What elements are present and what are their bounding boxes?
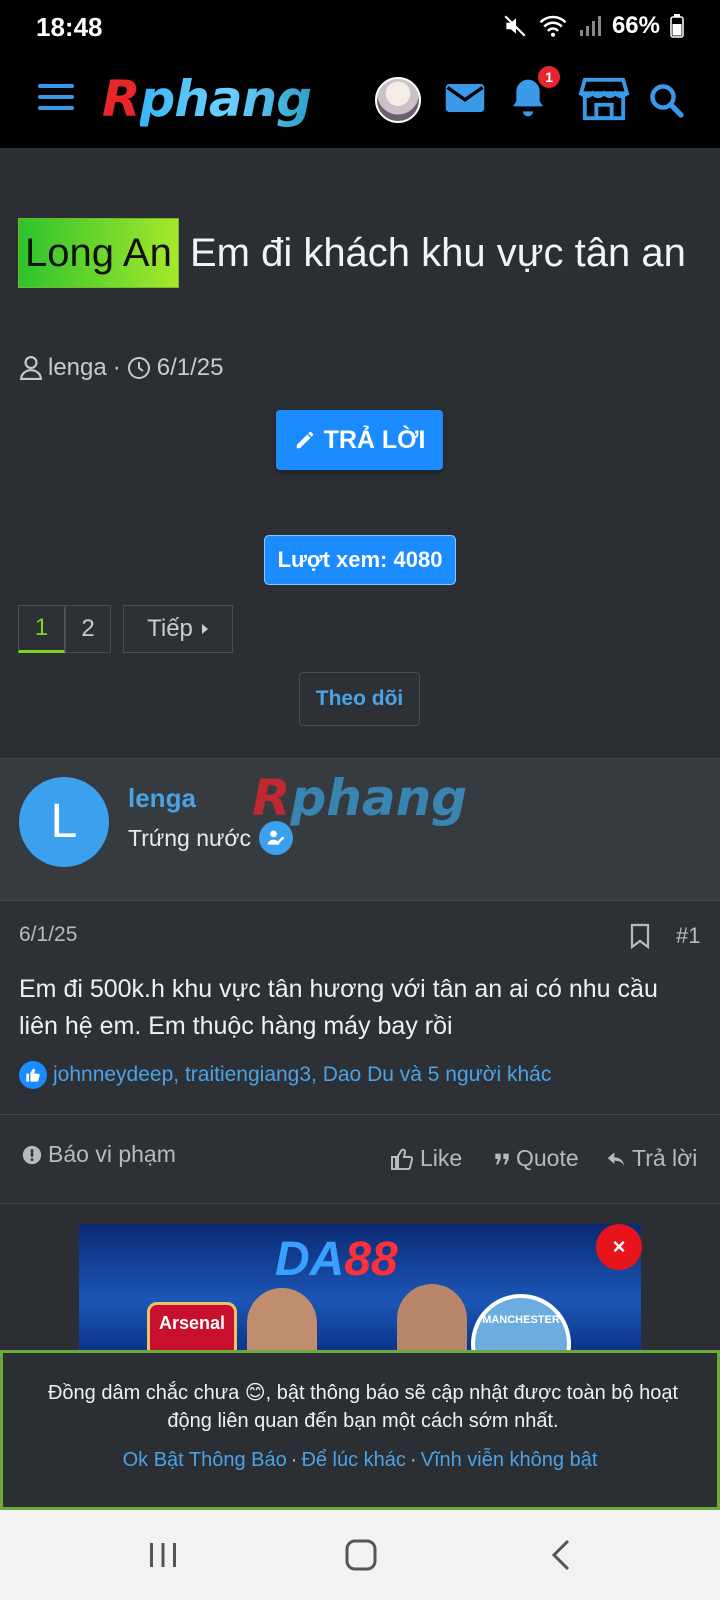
- status-icons: 66%: [502, 12, 684, 40]
- player-image: [397, 1284, 467, 1350]
- like-label: Like: [420, 1145, 463, 1171]
- thread-header: Long An Em đi khách khu vực tân an lenga…: [0, 148, 720, 758]
- post-username[interactable]: lenga: [128, 783, 196, 814]
- status-bar: 18:48 66%: [0, 0, 720, 52]
- next-page-button[interactable]: Tiếp: [123, 605, 233, 653]
- mail-icon[interactable]: [444, 80, 486, 116]
- post-reply-button[interactable]: Trả lời: [606, 1145, 697, 1172]
- meta-separator: ·: [112, 354, 121, 381]
- home-icon[interactable]: [344, 1538, 378, 1572]
- back-icon[interactable]: [548, 1538, 576, 1572]
- search-icon[interactable]: [648, 82, 684, 118]
- battery-icon: [670, 14, 684, 38]
- quote-icon: [495, 1153, 509, 1164]
- reply-icon: [607, 1151, 625, 1166]
- user-icon: [20, 356, 42, 380]
- notification-message: Đồng dâm chắc chưa 😊, bật thông báo sẽ c…: [47, 1382, 679, 1432]
- enable-notifications-link[interactable]: Ok Bật Thông Báo: [123, 1449, 287, 1471]
- site-logo[interactable]: Rphang: [102, 70, 312, 128]
- ad-brand: DA88: [275, 1233, 398, 1286]
- app-header: Rphang 1: [0, 52, 720, 148]
- report-label: Báo vi phạm: [48, 1141, 176, 1167]
- store-icon[interactable]: [578, 76, 630, 122]
- watermark-logo: Rphang: [252, 769, 468, 827]
- reply-button[interactable]: TRẢ LỜI: [276, 410, 443, 470]
- system-nav-bar: [0, 1510, 720, 1600]
- notification-prompt: Đồng dâm chắc chưa 😊, bật thông báo sẽ c…: [0, 1350, 720, 1510]
- menu-icon[interactable]: [38, 84, 74, 114]
- quote-button[interactable]: Quote: [494, 1145, 579, 1172]
- thread-date[interactable]: 6/1/25: [157, 354, 224, 382]
- page-1-link[interactable]: 1: [18, 605, 65, 653]
- pagination: 1 2 Tiếp: [18, 605, 233, 653]
- view-count: Lượt xem: 4080: [264, 535, 456, 585]
- man-city-crest: MANCHESTER: [471, 1294, 571, 1350]
- like-button[interactable]: Like: [390, 1145, 462, 1172]
- thread-author[interactable]: lenga: [48, 354, 107, 382]
- thread-meta: lenga · 6/1/25: [20, 354, 223, 382]
- battery-percent: 66%: [611, 12, 660, 39]
- user-title: Trứng nước: [128, 821, 293, 855]
- user-title-text: Trứng nước: [128, 824, 251, 851]
- reaction-summary[interactable]: johnneydeep, traitiengiang3, Dao Du và 5…: [19, 1061, 551, 1089]
- report-button[interactable]: Báo vi phạm: [22, 1141, 176, 1168]
- alert-icon: [22, 1145, 42, 1164]
- quote-label: Quote: [516, 1145, 579, 1171]
- like-icon: [391, 1148, 414, 1170]
- status-time: 18:48: [36, 12, 103, 42]
- next-page-label: Tiếp: [147, 615, 193, 642]
- mute-icon: [504, 15, 526, 37]
- clock-icon: [127, 357, 150, 379]
- post-message: Em đi 500k.h khu vực tân hương với tân a…: [19, 975, 658, 1040]
- verified-user-icon: [259, 821, 293, 855]
- post-body: 6/1/25 #1 Em đi 500k.h khu vực tân hương…: [0, 900, 720, 1114]
- ad-banner[interactable]: DA88 Arsenal MANCHESTER: [79, 1224, 641, 1350]
- signal-icon: [579, 16, 601, 36]
- thread-prefix[interactable]: Long An: [18, 218, 179, 288]
- like-reaction-icon: [19, 1061, 47, 1089]
- post-date[interactable]: 6/1/25: [19, 923, 77, 947]
- recent-apps-icon[interactable]: [146, 1538, 180, 1572]
- notification-badge: 1: [538, 66, 560, 88]
- user-avatar[interactable]: L: [19, 777, 109, 867]
- arsenal-crest: Arsenal: [147, 1302, 237, 1350]
- pencil-icon: [296, 431, 313, 449]
- post-user-block: L Rphang lenga Trứng nước: [0, 758, 720, 900]
- reaction-users[interactable]: johnneydeep, traitiengiang3, Dao Du và 5…: [53, 1063, 551, 1087]
- wifi-icon: [539, 15, 567, 37]
- caret-right-icon: [201, 624, 208, 634]
- notification-links: Ok Bật Thông Báo · Để lúc khác · Vĩnh viễn k…: [122, 1449, 598, 1471]
- never-link[interactable]: Vĩnh viễn không bật: [421, 1449, 598, 1471]
- page-2-link[interactable]: 2: [65, 605, 111, 653]
- ad-close-button[interactable]: ×: [596, 1224, 642, 1270]
- follow-button[interactable]: Theo dõi: [299, 672, 420, 726]
- post-actions: Báo vi phạm Like Quote Trả lời: [0, 1114, 720, 1204]
- later-link[interactable]: Để lúc khác: [301, 1449, 406, 1471]
- thread-title-text: Em đi khách khu vực tân an: [189, 231, 686, 275]
- post-number[interactable]: #1: [676, 923, 700, 949]
- reply-label: Trả lời: [632, 1145, 698, 1171]
- bookmark-icon[interactable]: [630, 923, 650, 949]
- thread-title: Long An Em đi khách khu vực tân an: [18, 218, 708, 288]
- reply-button-label: TRẢ LỜI: [323, 425, 426, 454]
- player-image: [247, 1288, 317, 1350]
- account-avatar[interactable]: [375, 77, 421, 123]
